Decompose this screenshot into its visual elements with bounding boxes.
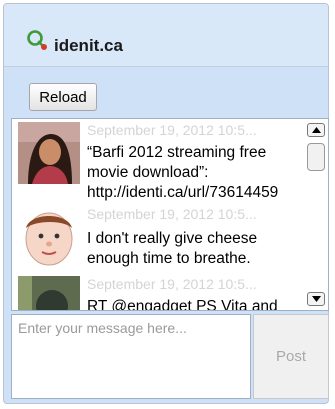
scroll-down-button[interactable]	[307, 292, 325, 306]
avatar[interactable]	[18, 122, 80, 184]
post-text: I don't really give cheese enough time t…	[87, 230, 258, 267]
triangle-up-icon	[311, 127, 321, 133]
identica-logo-icon	[27, 30, 47, 50]
message-input[interactable]	[11, 314, 251, 399]
post-button[interactable]: Post	[253, 314, 329, 399]
scrollbar-thumb[interactable]	[307, 143, 325, 171]
header-bar: idenit.ca	[4, 4, 328, 67]
timeline-list[interactable]: September 19, 2012 10:5... “Barfi 2012 s…	[11, 118, 329, 311]
reload-button[interactable]: Reload	[29, 83, 97, 111]
post-text: RT @engadget PS Vita and	[87, 298, 278, 311]
triangle-down-icon	[311, 296, 321, 302]
post-timestamp[interactable]: September 19, 2012 10:5...	[87, 276, 257, 292]
scroll-up-button[interactable]	[307, 123, 325, 137]
post-timestamp[interactable]: September 19, 2012 10:5...	[87, 122, 257, 138]
toolbar: Reload	[4, 67, 328, 121]
post-text: “Barfi 2012 streaming free movie downloa…	[87, 144, 279, 201]
site-name: idenit.ca	[54, 36, 123, 55]
post-timestamp[interactable]: September 19, 2012 10:5...	[87, 206, 257, 222]
avatar[interactable]	[18, 276, 80, 310]
avatar[interactable]	[18, 206, 80, 268]
